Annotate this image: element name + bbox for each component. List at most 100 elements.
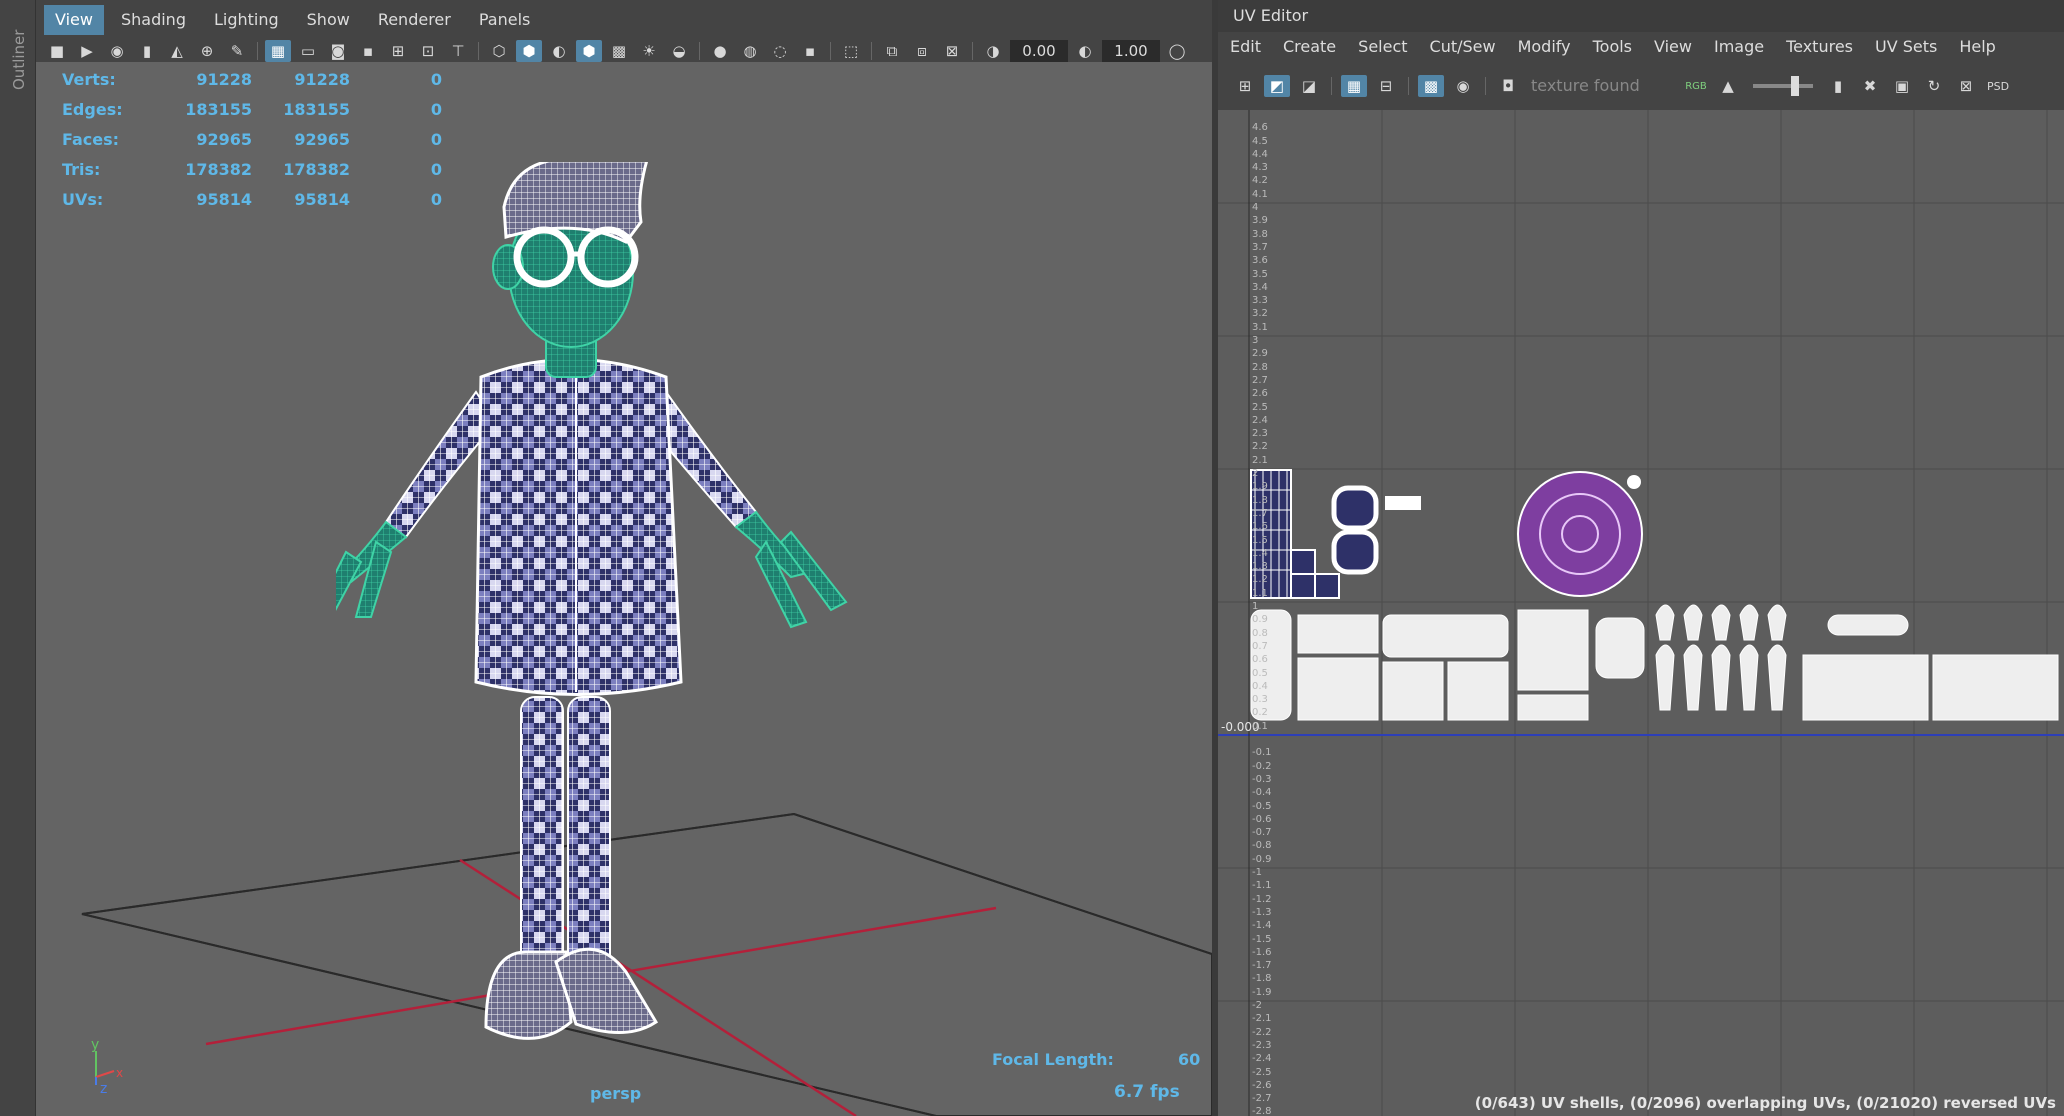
uv-distortion-icon[interactable]: ◪: [1296, 75, 1322, 97]
gate-mask-icon[interactable]: ▪: [355, 40, 381, 62]
brightness-slider[interactable]: [1753, 76, 1813, 96]
uv-menu-cut-sew[interactable]: Cut/Sew: [1430, 37, 1496, 56]
2d-pan-zoom-icon[interactable]: ⊕: [194, 40, 220, 62]
hud-label: Edges:: [62, 99, 123, 119]
safe-action-icon[interactable]: ⊡: [415, 40, 441, 62]
exposure-field[interactable]: 0.00: [1010, 40, 1068, 62]
gamma-icon[interactable]: ◐: [1072, 40, 1098, 62]
camera-icon[interactable]: ◘: [1495, 75, 1521, 97]
hud-value: 0: [430, 99, 442, 119]
color-management-icon[interactable]: ◯: [1164, 40, 1190, 62]
ambient-occlusion-icon[interactable]: ●: [707, 40, 733, 62]
uv-menu-help[interactable]: Help: [1959, 37, 1995, 56]
menu-renderer[interactable]: Renderer: [367, 5, 462, 35]
xray-icon[interactable]: ⧉: [879, 40, 905, 62]
uv-canvas[interactable]: -0.000 (0/643) UV shells, (0/2096) overl…: [1218, 110, 2064, 1116]
menu-shading[interactable]: Shading: [110, 5, 197, 35]
xray-active-icon[interactable]: ⧈: [909, 40, 935, 62]
hud-row-verts: Verts: 91228 91228 0: [62, 64, 442, 94]
uv-editor-menubar: Edit Create Select Cut/Sew Modify Tools …: [1218, 32, 2064, 60]
depth-of-field-icon[interactable]: ▪: [797, 40, 823, 62]
image-plane-icon[interactable]: ◭: [164, 40, 190, 62]
default-material-icon[interactable]: ◐: [546, 40, 572, 62]
hud-value: 95814: [196, 189, 252, 209]
texture-field[interactable]: texture found: [1527, 72, 1677, 100]
image-ratio-icon[interactable]: ▣: [1889, 75, 1915, 97]
perspective-viewport[interactable]: Verts: 91228 91228 0 Edges: 183155 18315…: [36, 62, 1212, 1116]
uv-menu-view[interactable]: View: [1654, 37, 1692, 56]
hud-value: 0: [430, 129, 442, 149]
uv-ruler-label: -2.5: [1252, 1066, 1272, 1078]
wireframe-on-shaded-icon[interactable]: ⬢: [576, 40, 602, 62]
outliner-tab-label[interactable]: Outliner: [10, 30, 28, 90]
menu-panels[interactable]: Panels: [468, 5, 542, 35]
hud-label: Faces:: [62, 129, 120, 149]
uv-ruler-label: -2.2: [1252, 1026, 1272, 1038]
axis-y-label: y: [91, 1037, 99, 1053]
uv-ruler-label: 1.9: [1252, 481, 1268, 493]
camera-attributes-icon[interactable]: ▶: [74, 40, 100, 62]
uv-ruler-label: 2.9: [1252, 348, 1268, 360]
isolate-select-icon[interactable]: ⬚: [838, 40, 864, 62]
uv-checker-icon[interactable]: ▦: [1341, 75, 1367, 97]
hud-row-edges: Edges: 183155 183155 0: [62, 94, 442, 124]
film-gate-icon[interactable]: ▭: [295, 40, 321, 62]
select-camera-icon[interactable]: ■: [44, 40, 70, 62]
psd-icon[interactable]: PSD: [1985, 75, 2011, 97]
uv-menu-edit[interactable]: Edit: [1230, 37, 1261, 56]
toolbar-divider: [972, 42, 973, 60]
uv-shaded-icon[interactable]: ◩: [1264, 75, 1290, 97]
safe-title-icon[interactable]: ⊤: [445, 40, 471, 62]
toolbar-divider: [699, 42, 700, 60]
dim-image-icon[interactable]: ✖: [1857, 75, 1883, 97]
uv-image-icon[interactable]: ◉: [1450, 75, 1476, 97]
anti-aliasing-icon[interactable]: ◌: [767, 40, 793, 62]
uv-ruler-label: 3.3: [1252, 295, 1268, 307]
uv-menu-tools[interactable]: Tools: [1593, 37, 1632, 56]
gamma-field[interactable]: 1.00: [1102, 40, 1160, 62]
textured-icon[interactable]: ▩: [606, 40, 632, 62]
uv-ruler-label: 2.8: [1252, 361, 1268, 373]
uv-menu-create[interactable]: Create: [1283, 37, 1336, 56]
uv-menu-uv-sets[interactable]: UV Sets: [1875, 37, 1937, 56]
uv-menu-select[interactable]: Select: [1358, 37, 1407, 56]
resolution-gate-icon[interactable]: ◙: [325, 40, 351, 62]
smooth-shade-icon[interactable]: ⬢: [516, 40, 542, 62]
exposure-icon[interactable]: ◑: [980, 40, 1006, 62]
menu-view[interactable]: View: [44, 5, 104, 35]
slider-end-icon[interactable]: ▮: [1825, 75, 1851, 97]
rgb-channel-icon[interactable]: RGB: [1683, 75, 1709, 97]
hud-value: 91228: [196, 69, 252, 89]
refresh-icon[interactable]: ↻: [1921, 75, 1947, 97]
uv-ruler-label: -0.7: [1252, 827, 1272, 839]
uv-menu-image[interactable]: Image: [1714, 37, 1764, 56]
lights-icon[interactable]: ☀: [636, 40, 662, 62]
uv-ruler-label: -2.4: [1252, 1053, 1272, 1065]
xray-joints-icon[interactable]: ⊠: [939, 40, 965, 62]
shadows-icon[interactable]: ◒: [666, 40, 692, 62]
bookmarks-icon[interactable]: ◉: [104, 40, 130, 62]
field-chart-icon[interactable]: ⊞: [385, 40, 411, 62]
outliner-panel[interactable]: Outliner: [0, 0, 36, 1116]
grid-icon[interactable]: ▦: [265, 40, 291, 62]
uv-pixel-snap-icon[interactable]: ▩: [1418, 75, 1444, 97]
alpha-channel-icon[interactable]: ▲: [1715, 75, 1741, 97]
hud-value: 92965: [196, 129, 252, 149]
menu-show[interactable]: Show: [296, 5, 361, 35]
bookmark-icon[interactable]: ▮: [134, 40, 160, 62]
motion-blur-icon[interactable]: ◍: [737, 40, 763, 62]
remove-image-icon[interactable]: ⊠: [1953, 75, 1979, 97]
uv-menu-textures[interactable]: Textures: [1786, 37, 1853, 56]
character-model[interactable]: [336, 162, 936, 1062]
grease-pencil-icon[interactable]: ✎: [224, 40, 250, 62]
uv-ruler-label: 3.9: [1252, 215, 1268, 227]
maya-window: Outliner View Shading Lighting Show Rend…: [0, 0, 2064, 1116]
wireframe-icon[interactable]: ⬡: [486, 40, 512, 62]
uv-borders-icon[interactable]: ⊟: [1373, 75, 1399, 97]
slider-handle[interactable]: [1791, 76, 1799, 96]
uv-ruler-label: 4.2: [1252, 175, 1268, 187]
uv-shells-top: [1250, 469, 1643, 599]
uv-menu-modify[interactable]: Modify: [1518, 37, 1571, 56]
menu-lighting[interactable]: Lighting: [203, 5, 290, 35]
uv-grid-icon[interactable]: ⊞: [1232, 75, 1258, 97]
